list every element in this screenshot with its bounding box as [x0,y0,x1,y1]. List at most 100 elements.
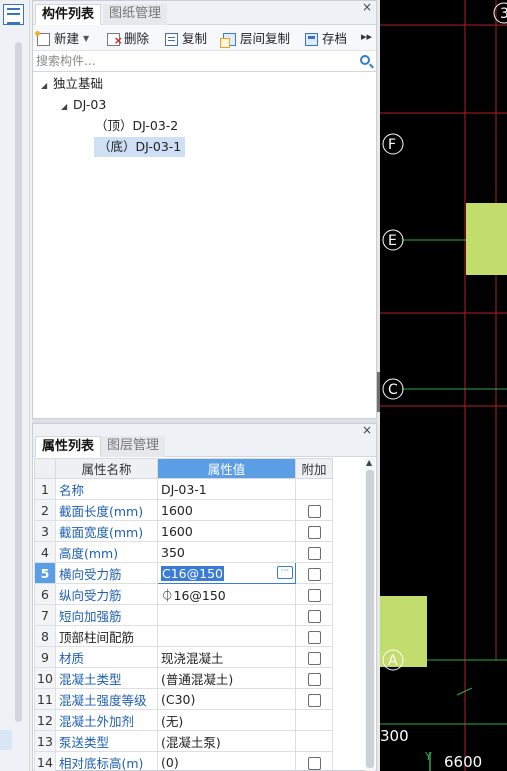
property-row[interactable]: 8 顶部柱间配筋 [34,625,367,647]
property-name-header[interactable]: 属性名称 [55,458,158,479]
property-name: 截面长度(mm) [55,499,158,521]
axis-label-a: A [388,653,398,669]
property-extra [295,520,333,542]
property-value[interactable]: (普通混凝土) [157,667,296,689]
component-tabs: 构件列表 图纸管理 × [33,0,376,25]
checkbox[interactable] [307,693,321,707]
close-icon[interactable]: × [362,423,372,437]
property-value-edit[interactable]: C16@150 [161,565,224,581]
axis-label-f: F [388,137,396,153]
checkbox[interactable] [307,546,321,560]
property-value[interactable]: 350 [157,541,296,563]
row-filler [333,479,367,500]
property-row[interactable]: 10 混凝土类型 (普通混凝土) [34,667,367,689]
row-number: 3 [34,520,56,542]
left-scrollbar[interactable] [15,42,22,722]
tree-node-bottom[interactable]: （底）DJ-03-1 [94,137,186,157]
row-filler [333,668,367,689]
property-name: 混凝土类型 [55,667,158,689]
axis-label-c: C [388,382,398,398]
checkbox[interactable] [307,651,321,665]
column-block[interactable] [466,203,507,275]
property-row[interactable]: 12 混凝土外加剂 (无) [34,709,367,731]
property-row[interactable]: 6 纵向受力筋 ⏀16@150 [34,583,367,605]
property-value[interactable] [157,604,296,626]
property-row[interactable]: 13 泵送类型 (混凝土泵) [34,730,367,752]
expand-triangle-icon[interactable]: ◢ [61,97,73,117]
floor-copy-button[interactable]: 层间复制 [220,30,291,48]
property-row[interactable]: 4 高度(mm) 350 [34,541,367,563]
row-filler [333,689,367,710]
checkbox[interactable] [307,567,321,581]
property-value[interactable]: ⏀16@150 [157,583,296,605]
property-value[interactable]: (C30) [157,688,296,710]
scroll-up-icon[interactable]: ▲ [366,458,372,467]
new-button[interactable]: 新建 ▼ [35,30,89,48]
close-icon[interactable]: × [362,0,372,14]
property-name: 泵送类型 [55,730,158,752]
property-value[interactable]: (无) [157,709,296,731]
property-row[interactable]: 7 短向加强筋 [34,604,367,626]
delete-button[interactable]: 删除 [107,30,149,50]
property-panel: × 属性列表 图层管理 属性名称 属性值 附加 1 名称 DJ-03-1 2 截面长度(… [32,423,377,771]
checkbox[interactable] [307,609,321,623]
scrollbar-thumb[interactable] [366,470,374,768]
floor-copy-button-label: 层间复制 [240,31,291,46]
property-row[interactable]: 2 截面长度(mm) 1600 [34,499,367,521]
property-value[interactable]: 现浇混凝土 [157,646,296,668]
property-value[interactable]: DJ-03-1 [157,478,296,500]
property-row[interactable]: 1 名称 DJ-03-1 [34,478,367,500]
property-row[interactable]: 14 相对底标高(m) (0) [34,751,367,771]
property-row[interactable]: 11 混凝土强度等级 (C30) [34,688,367,710]
tab-property-list[interactable]: 属性列表 [35,436,102,457]
tree-node-dj03[interactable]: ◢ DJ-03 [61,95,106,115]
property-value[interactable]: C16@150 ··· [157,562,296,584]
checkbox[interactable] [307,588,321,602]
property-row[interactable]: 5 横向受力筋 C16@150 ··· [34,562,367,584]
tab-component-list[interactable]: 构件列表 [35,4,102,25]
property-row[interactable]: 3 截面宽度(mm) 1600 [34,520,367,542]
copy-button[interactable]: 复制 [165,30,207,48]
expand-triangle-icon[interactable]: ◢ [41,76,53,96]
drawing-canvas[interactable]: 3 F E C A 300 Y 6600 [380,0,507,771]
row-number: 7 [34,604,56,626]
tab-layer-management[interactable]: 图层管理 [101,436,166,457]
left-selection-marker [0,730,12,750]
search-input[interactable] [33,51,343,70]
tree-node-top-label: （顶）DJ-03-2 [95,118,179,133]
checkbox[interactable] [307,630,321,644]
tree-node-root[interactable]: ◢ 独立基础 [41,74,103,94]
property-scrollbar[interactable]: ▲ [365,458,375,771]
chevron-down-icon[interactable]: ▼ [83,30,89,48]
checkbox[interactable] [307,504,321,518]
property-extra [295,688,333,710]
property-value-header[interactable]: 属性值 [157,458,296,479]
ellipsis-button[interactable]: ··· [277,566,293,579]
property-extra [295,646,333,668]
property-value[interactable]: (混凝土泵) [157,730,296,752]
property-value[interactable]: (0) [157,751,296,771]
layout-icon[interactable] [3,4,24,25]
header-filler [332,458,367,479]
save-button[interactable]: 存档 [305,30,347,48]
tree-node-top[interactable]: （顶）DJ-03-2 [95,116,178,136]
checkbox[interactable] [307,672,321,686]
property-value[interactable] [157,625,296,647]
property-value[interactable]: 1600 [157,520,296,542]
delete-icon [107,32,123,50]
row-filler [333,626,367,647]
component-tree: ◢ 独立基础 ◢ DJ-03 （顶）DJ-03-2 （底）DJ-03-1 [33,72,376,402]
property-value[interactable]: 1600 [157,499,296,521]
checkbox[interactable] [307,756,321,770]
copy-button-label: 复制 [182,31,208,46]
tab-drawing-management[interactable]: 图纸管理 [103,4,168,25]
checkbox[interactable] [307,525,321,539]
more-toolbar-icon[interactable]: ▸▸ [361,30,372,43]
search-icon[interactable] [360,55,370,65]
property-row[interactable]: 9 材质 现浇混凝土 [34,646,367,668]
property-extra [295,709,333,731]
y-axis-marker: Y [424,750,432,763]
property-header-row: 属性名称 属性值 附加 [34,458,367,479]
component-toolbar: 新建 ▼ 删除 复制 层间复制 存档 ▸▸ [33,25,376,51]
property-extra-header[interactable]: 附加 [295,458,333,479]
